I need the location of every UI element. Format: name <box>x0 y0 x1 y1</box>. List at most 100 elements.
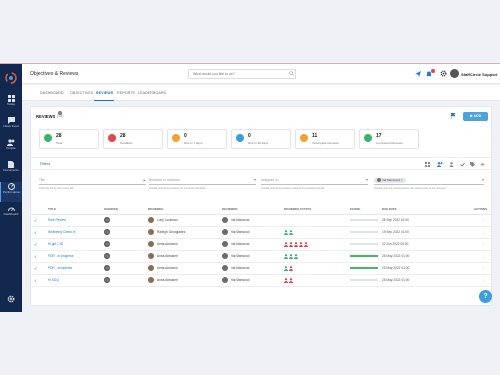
stat-completed[interactable]: 17 Completed Reviews <box>359 129 419 149</box>
column-header-due-date[interactable]: DUE DATE <box>379 204 449 215</box>
review-title-link[interactable]: PDR - completed <box>48 266 72 270</box>
sidebar-item-people[interactable]: People <box>0 138 22 158</box>
tab-dashboard[interactable]: DASHBOARD <box>40 91 64 95</box>
stat-due-7[interactable]: 0 Due in 7 days <box>167 129 227 149</box>
table-row[interactable]: ✓ Role Review ◷ Lucy Lockman Val Marwood 26 S… <box>31 214 491 227</box>
reviewee-name[interactable]: Anna Antusem <box>157 278 178 282</box>
review-title-link[interactable]: PDR - in progress <box>48 254 73 258</box>
chevron-up-icon[interactable] <box>480 162 485 167</box>
due-date: 22 Jun 2022 09:00 <box>382 242 409 246</box>
reviewer-name[interactable]: Val Marwood <box>231 242 249 246</box>
flag-icon[interactable] <box>451 113 456 119</box>
reviewee-avatar <box>148 277 154 283</box>
filter-funnel-icon[interactable]: ⏷ <box>143 177 146 184</box>
help-button[interactable]: ? <box>479 290 492 303</box>
sidebar-item-news-feed[interactable]: News Feed <box>0 116 22 136</box>
chevron-down-icon: ▾ <box>253 177 256 182</box>
chip-label: Val Manwood <box>382 178 400 182</box>
send-icon[interactable] <box>415 71 421 77</box>
column-header-reviewee-status[interactable]: REVIEWEE STATUS <box>281 204 347 215</box>
actions-menu-icon[interactable]: ⋮ <box>482 230 485 234</box>
column-header-reviewer[interactable]: REVIEWER <box>219 204 281 215</box>
reviewee-name[interactable]: Anna Antusem <box>157 266 178 270</box>
stat-value: 28 <box>120 133 126 139</box>
table-row[interactable]: ✓ Wellbeing Check In ◷ Raleigh Georgiades Va… <box>31 226 491 239</box>
reviewee-filter-input[interactable]: Reviewer or reviewee... ▾ <box>149 177 256 185</box>
due-date: 25 May 2022 01:00 <box>382 278 410 282</box>
person-icon[interactable] <box>449 162 454 167</box>
reviewer-filter-input[interactable]: Val Manwood × ▾ <box>374 177 484 185</box>
review-title-link[interactable]: Role Review <box>48 218 66 222</box>
title-filter-input[interactable]: Title ⏷ <box>39 177 146 185</box>
gear-icon[interactable] <box>440 70 447 77</box>
reviewee-name[interactable]: Raleigh Georgiades <box>157 230 185 234</box>
stat-total[interactable]: 28 Total <box>39 129 99 149</box>
stat-value: 0 <box>184 133 187 139</box>
column-header-score[interactable]: SCORE <box>347 204 379 215</box>
complete-check-icon: ✓ <box>34 229 38 235</box>
stat-due-30[interactable]: 0 Due in 30 days <box>231 129 291 149</box>
user-name[interactable]: StaffCircle Support <box>461 72 497 77</box>
stat-value: 11 <box>312 133 318 139</box>
settings-gear-icon[interactable] <box>7 295 15 303</box>
review-title-link[interactable]: Hi girl 1:30 <box>48 242 63 246</box>
column-header-reviewee[interactable]: REVIEWEE <box>145 204 219 215</box>
table-row[interactable]: ✓ PDR - in progress ◷ Anna Antusem Val Marwo… <box>31 250 491 263</box>
grid-view-icon[interactable] <box>425 162 430 167</box>
actions-menu-icon[interactable]: ⋮ <box>482 254 485 258</box>
sidebar-label: News Feed <box>3 124 19 128</box>
info-icon[interactable]: i <box>58 111 62 115</box>
reviewee-name[interactable]: Anna Antusem <box>157 254 178 258</box>
actions-menu-icon[interactable]: ⋮ <box>482 266 485 270</box>
column-header-title[interactable]: TITLE <box>45 204 101 215</box>
review-title-link[interactable]: Wellbeing Check In <box>48 230 75 234</box>
notification-badge <box>431 69 435 73</box>
due-date: 25 May 2022 01:00 <box>382 254 410 258</box>
stat-outdated[interactable]: 28 Outdated <box>103 129 163 149</box>
actions-menu-icon[interactable]: ⋮ <box>482 218 485 222</box>
tab-leaderboard[interactable]: LEADERBOARD <box>138 91 166 95</box>
reviewer-name[interactable]: Val Marwood <box>231 266 249 270</box>
add-review-button[interactable]: ⊕ ADD <box>463 112 488 121</box>
sidebar-item-documents[interactable]: Documents <box>0 160 22 180</box>
people-icon[interactable] <box>437 162 443 167</box>
reviewer-avatar <box>222 241 228 247</box>
user-avatar[interactable] <box>450 69 459 78</box>
person-status-icon <box>294 241 298 247</box>
table-row[interactable]: ✓ Hi girl 1:30 ◷ Anna Antusem Val Marwood 22 … <box>31 238 491 251</box>
sidebar-item-today[interactable]: Today <box>0 94 22 114</box>
review-title-link[interactable]: Hi SDQ <box>48 278 59 282</box>
filters-toggle[interactable]: Filters <box>40 162 50 166</box>
sidebar-item-performance[interactable]: Performance <box>0 182 22 202</box>
person-status-icon <box>299 241 303 247</box>
reviewer-name[interactable]: Val Marwood <box>231 278 249 282</box>
sidebar-item-dashboard[interactable]: Dashboard <box>0 204 22 224</box>
search-icon[interactable] <box>289 71 294 76</box>
tab-reviews[interactable]: REVIEWS <box>96 91 113 95</box>
top-header: Objectives & Reviews StaffCircle Support <box>22 64 500 84</box>
stat-incomplete[interactable]: 11 Incomplete Reviews <box>295 129 355 149</box>
reviewee-name[interactable]: Anna Antusem <box>157 242 178 246</box>
person-status-icon <box>284 241 288 247</box>
overdue-clock-icon: ◷ <box>104 217 110 223</box>
search-input[interactable] <box>188 69 296 79</box>
reviewee-status <box>281 238 347 251</box>
table-row[interactable]: ✓ Hi SDQ ◷ Anna Antusem Val Marwood 25 May 20… <box>31 274 491 287</box>
sidebar-label: Performance <box>2 190 21 194</box>
check-icon[interactable] <box>460 162 465 167</box>
tag-icon[interactable] <box>470 162 475 167</box>
actions-menu-icon[interactable]: ⋮ <box>482 278 485 282</box>
reviewer-name[interactable]: Val Marwood <box>231 230 249 234</box>
reviewer-name[interactable]: Val Marwood <box>231 218 249 222</box>
assigned-filter-input[interactable]: Assigned to... ▾ <box>261 177 368 185</box>
tab-reports[interactable]: REPORTS <box>117 91 135 95</box>
tab-objectives[interactable]: OBJECTIVES <box>70 91 93 95</box>
reviewer-name[interactable]: Val Marwood <box>231 254 249 258</box>
actions-menu-icon[interactable]: ⋮ <box>482 242 485 246</box>
reviewee-name[interactable]: Lucy Lockman <box>157 218 178 222</box>
dashboard-icon <box>7 207 15 212</box>
complete-check-icon: ✓ <box>34 265 38 271</box>
selected-reviewer-chip[interactable]: Val Manwood × <box>374 178 406 183</box>
table-row[interactable]: ✓ PDR - completed ◷ Anna Antusem Val Marwood… <box>31 262 491 275</box>
column-header-overdue[interactable]: OVERDUE <box>101 204 145 215</box>
